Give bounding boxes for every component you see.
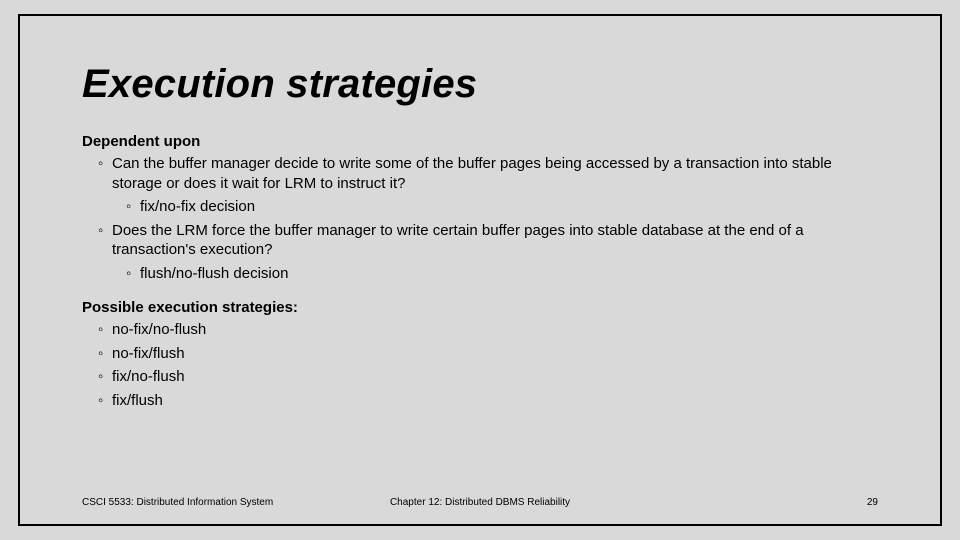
section-heading: Dependent upon <box>82 133 878 150</box>
bullet-subitem: fix/no-fix decision <box>82 197 878 217</box>
footer-right: 29 <box>867 497 878 508</box>
section-heading: Possible execution strategies: <box>82 299 878 316</box>
bullet-item: Can the buffer manager decide to write s… <box>82 154 878 193</box>
bullet-subitem: flush/no-flush decision <box>82 264 878 284</box>
bullet-item: fix/no-flush <box>82 367 878 387</box>
slide-footer: CSCI 5533: Distributed Information Syste… <box>82 497 878 508</box>
slide-title: Execution strategies <box>82 62 878 107</box>
bullet-item: no-fix/flush <box>82 344 878 364</box>
footer-center: Chapter 12: Distributed DBMS Reliability <box>390 497 570 508</box>
footer-left: CSCI 5533: Distributed Information Syste… <box>82 497 273 508</box>
spacer <box>82 287 878 299</box>
bullet-item: fix/flush <box>82 391 878 411</box>
slide-frame: Execution strategies Dependent upon Can … <box>18 14 942 526</box>
bullet-item: Does the LRM force the buffer manager to… <box>82 221 878 260</box>
bullet-item: no-fix/no-flush <box>82 320 878 340</box>
